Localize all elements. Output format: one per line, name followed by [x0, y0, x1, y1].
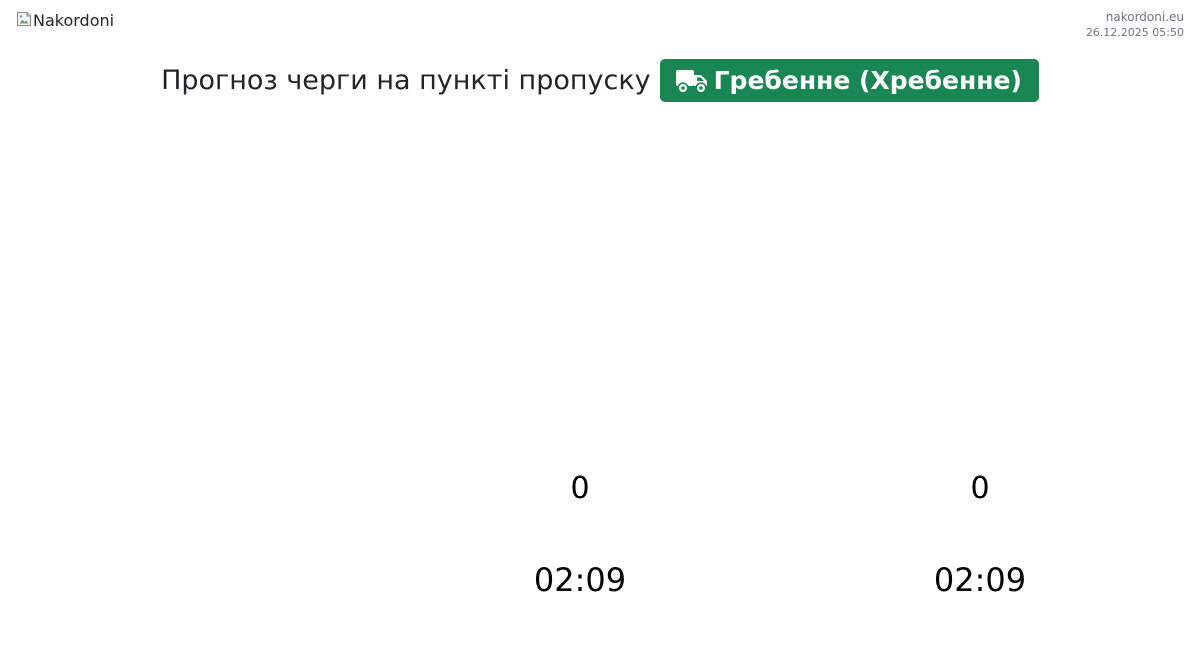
logo-alt-text: Nakordoni	[33, 11, 115, 30]
wait-time-2: 02:09	[933, 561, 1027, 599]
queue-count-2: 0	[970, 471, 990, 506]
page: Nakordoni nakordoni.eu 26.12.2025 05:50 …	[0, 0, 1200, 651]
logo[interactable]: Nakordoni	[16, 11, 114, 30]
last-updated: 26.12.2025 05:50	[1085, 26, 1184, 39]
site-info: nakordoni.eu 26.12.2025 05:50	[1086, 9, 1184, 41]
page-heading: Прогноз черги на пункті пропуску Гребенн…	[0, 59, 1200, 102]
queue-count-1: 0	[570, 471, 590, 506]
checkpoint-badge: Гребенне (Хребенне)	[659, 59, 1039, 102]
truck-icon	[675, 69, 707, 94]
checkpoint-name: Гребенне (Хребенне)	[713, 66, 1022, 95]
page-title: Прогноз черги на пункті пропуску	[161, 65, 651, 96]
site-name: nakordoni.eu	[1105, 10, 1184, 24]
broken-image-icon	[17, 11, 31, 26]
wait-time-1: 02:09	[533, 561, 627, 599]
